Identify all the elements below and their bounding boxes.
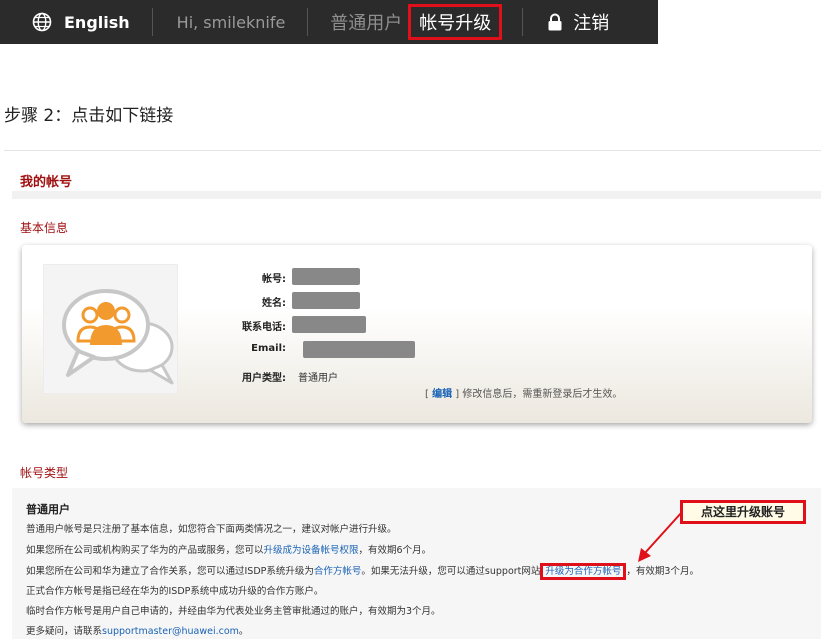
edit-note: [ 编辑 ] 修改信息后，需重新登录后才生效。 [425, 385, 622, 400]
logout-link[interactable]: 注销 [523, 0, 609, 44]
edit-link[interactable]: 编辑 [432, 389, 452, 400]
user-type-label: 用户类型: [242, 373, 286, 384]
section-bar [12, 191, 821, 199]
account-type-heading: 普通用户 [26, 503, 70, 516]
line-text: 如果您所在公司或机构购买了华为的产品或服务，您可以 [26, 545, 264, 556]
account-label: 帐号: [262, 274, 286, 285]
account-upgrade-link[interactable]: 帐号升级 [408, 4, 503, 40]
my-account-title: 我的帐号 [20, 175, 73, 190]
line-text: 如果您所在公司和华为建立了合作关系，您可以通过ISDP系统升级为 [26, 566, 314, 577]
partner-account-link[interactable]: 合作方帐号 [314, 566, 362, 577]
account-value-redacted [292, 268, 360, 285]
account-type-line: 正式合作方帐号是指已经在华为的ISDP系统中成功升级的合作方账户。 [26, 586, 324, 597]
device-account-upgrade-link[interactable]: 升级成为设备帐号权限 [264, 545, 359, 556]
account-type-line: 如果您所在公司和华为建立了合作关系，您可以通过ISDP系统升级为合作方帐号。如果… [26, 563, 699, 580]
basic-info-title: 基本信息 [20, 221, 69, 235]
upgrade-to-partner-link[interactable]: 升级为合作方帐号 [540, 563, 627, 580]
user-type-value: 普通用户 [298, 373, 338, 384]
divider [4, 150, 821, 151]
edit-note-text: ] 修改信息后，需重新登录后才生效。 [455, 389, 623, 400]
user-role-label: 普通用户 [330, 13, 403, 34]
profile-card: 帐号: 姓名: 联系电话: Email: 用户类型: 普通用户 [ 编辑 ] 修… [22, 245, 812, 423]
phone-value-redacted [292, 316, 366, 333]
line-text: ，有效期6个月。 [358, 545, 432, 556]
account-type-line: 更多疑问，请联系supportmaster@huawei.com。 [26, 623, 248, 637]
name-label: 姓名: [262, 298, 286, 309]
language-label: English [64, 12, 130, 32]
account-type-line: 普通用户帐号是只注册了基本信息，如您符合下面两类情况之一，建议对帐户进行升级。 [26, 524, 397, 535]
line-text: 更多疑问，请联系 [26, 626, 103, 637]
line-text: 。 [238, 626, 249, 637]
email-value-redacted [303, 341, 415, 358]
user-group-icon [62, 289, 174, 385]
phone-label: 联系电话: [242, 322, 286, 333]
globe-icon [32, 12, 52, 32]
email-label: Email: [251, 343, 286, 354]
user-greeting[interactable]: Hi, smileknife [153, 0, 308, 44]
language-switch[interactable]: English [0, 0, 152, 44]
support-email-link[interactable]: supportmaster@huawei.com [102, 626, 239, 637]
top-nav-bar: English Hi, smileknife 普通用户 帐号升级 注销 [0, 0, 658, 44]
step-title: 步骤 2：点击如下链接 [4, 106, 174, 126]
avatar [43, 264, 178, 394]
callout-label: 点这里升级账号 [680, 500, 806, 524]
lock-icon [548, 13, 562, 31]
account-type-line: 临时合作方帐号是用户自己申请的，并经由华为代表处业务主管审批通过的账户，有效期为… [26, 606, 441, 617]
name-value-redacted [292, 292, 360, 309]
account-type-line: 如果您所在公司或机构购买了华为的产品或服务，您可以升级成为设备帐号权限，有效期6… [26, 542, 431, 556]
account-type-title: 帐号类型 [20, 466, 69, 480]
edit-note-prefix: [ [425, 389, 429, 400]
line-text: 。如果无法升级，您可以通过support网站 [361, 566, 541, 577]
logout-label: 注销 [573, 13, 610, 34]
